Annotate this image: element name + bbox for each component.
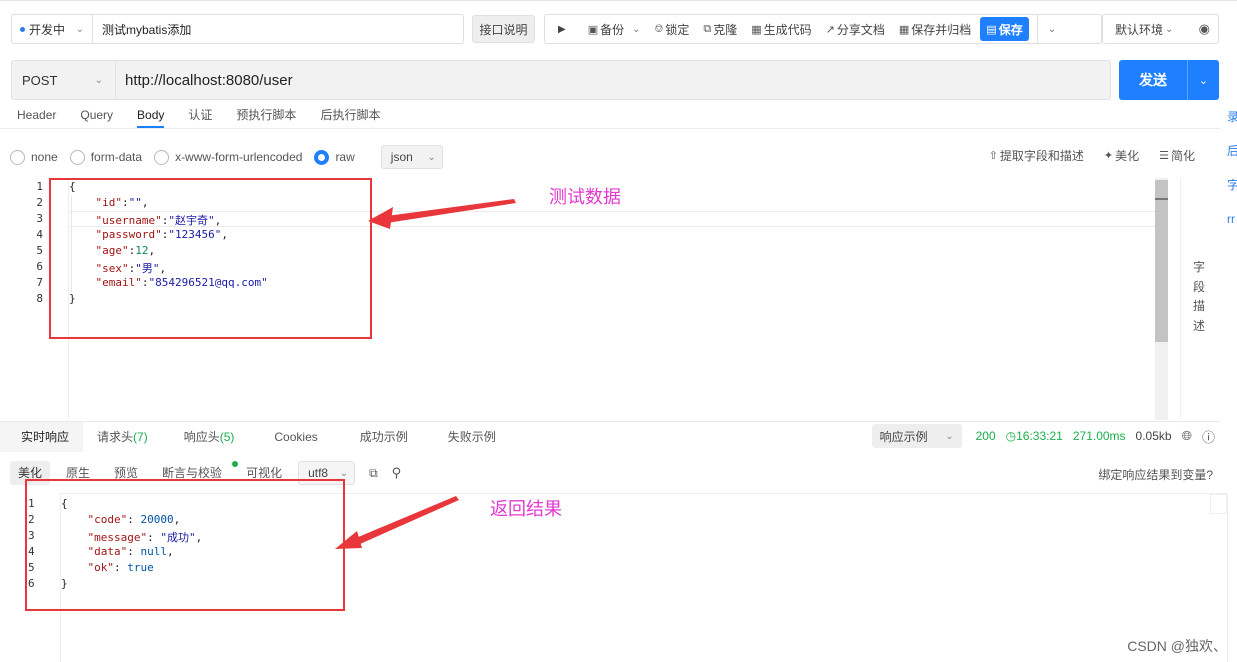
arrow-to-result xyxy=(335,496,459,549)
arrow-to-test-data xyxy=(368,199,516,229)
annotation-arrows xyxy=(335,199,516,549)
test-data-annotation: 测试数据 xyxy=(549,187,621,208)
result-annotation: 返回结果 xyxy=(490,499,562,520)
watermark: CSDN @独欢、 xyxy=(1127,638,1227,654)
